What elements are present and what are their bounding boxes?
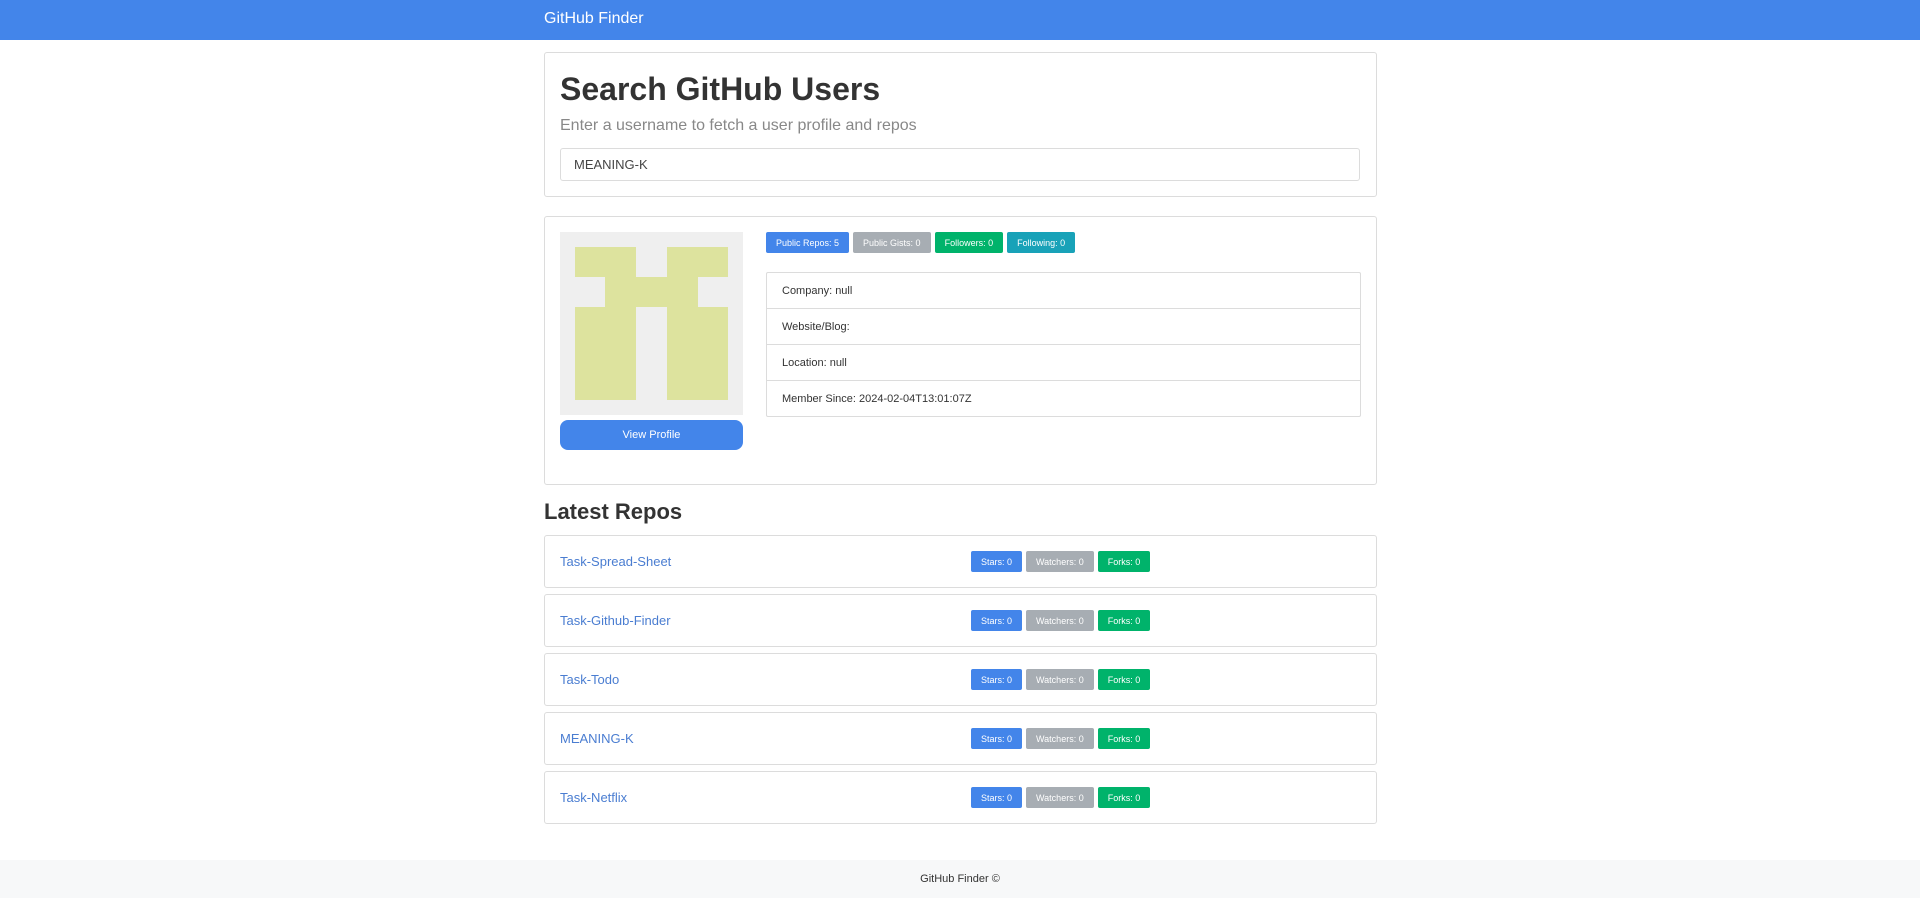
following-badge: Following: 0 — [1007, 232, 1076, 253]
forks-badge: Forks: 0 — [1097, 787, 1151, 808]
watchers-badge: Watchers: 0 — [1026, 728, 1094, 749]
repo-stats: Stars: 0 Watchers: 0 Forks: 0 — [971, 610, 1151, 631]
repo-stats: Stars: 0 Watchers: 0 Forks: 0 — [971, 669, 1151, 690]
view-profile-button[interactable]: View Profile — [560, 420, 743, 450]
page-title: Search GitHub Users — [560, 71, 881, 107]
forks-badge: Forks: 0 — [1097, 669, 1151, 690]
repo-link[interactable]: Task-Todo — [560, 672, 619, 687]
forks-badge: Forks: 0 — [1097, 551, 1151, 572]
watchers-badge: Watchers: 0 — [1026, 669, 1094, 690]
stars-badge: Stars: 0 — [971, 787, 1023, 808]
public-gists-badge: Public Gists: 0 — [853, 232, 931, 253]
profile-info-list: Company: null Website/Blog: Location: nu… — [766, 272, 1361, 417]
company-item: Company: null — [767, 273, 1360, 309]
repo-card: Task-Todo Stars: 0 Watchers: 0 Forks: 0 — [544, 653, 1377, 706]
watchers-badge: Watchers: 0 — [1026, 610, 1094, 631]
footer: GitHub Finder © — [0, 860, 1920, 898]
repo-card: Task-Github-Finder Stars: 0 Watchers: 0 … — [544, 594, 1377, 647]
repo-link[interactable]: Task-Netflix — [560, 790, 627, 805]
stars-badge: Stars: 0 — [971, 728, 1023, 749]
stars-badge: Stars: 0 — [971, 669, 1023, 690]
watchers-badge: Watchers: 0 — [1026, 787, 1094, 808]
repo-link[interactable]: Task-Github-Finder — [560, 613, 671, 628]
brand-title[interactable]: GitHub Finder — [544, 10, 644, 28]
search-input[interactable] — [560, 148, 1360, 181]
identicon-image — [560, 232, 743, 415]
latest-repos-heading: Latest Repos — [544, 499, 683, 524]
followers-badge: Followers: 0 — [934, 232, 1004, 253]
repo-stats: Stars: 0 Watchers: 0 Forks: 0 — [971, 551, 1151, 572]
member-since-item: Member Since: 2024-02-04T13:01:07Z — [782, 392, 972, 405]
avatar — [560, 232, 743, 415]
repo-stats: Stars: 0 Watchers: 0 Forks: 0 — [971, 787, 1151, 808]
location-item: Location: null — [767, 345, 1360, 381]
profile-stats: Public Repos: 5 Public Gists: 0 Follower… — [766, 232, 1076, 253]
footer-text: GitHub Finder © — [920, 873, 1000, 885]
repo-link[interactable]: MEANING-K — [560, 731, 634, 746]
repo-link[interactable]: Task-Spread-Sheet — [560, 554, 671, 569]
search-card: Search GitHub Users Enter a username to … — [544, 52, 1377, 197]
stars-badge: Stars: 0 — [971, 610, 1023, 631]
stars-badge: Stars: 0 — [971, 551, 1023, 572]
search-subtitle: Enter a username to fetch a user profile… — [560, 117, 917, 134]
forks-badge: Forks: 0 — [1097, 728, 1151, 749]
profile-card: View Profile Public Repos: 5 Public Gist… — [544, 216, 1377, 485]
watchers-badge: Watchers: 0 — [1026, 551, 1094, 572]
repo-card: Task-Spread-Sheet Stars: 0 Watchers: 0 F… — [544, 535, 1377, 588]
public-repos-badge: Public Repos: 5 — [766, 232, 850, 253]
forks-badge: Forks: 0 — [1097, 610, 1151, 631]
repo-card: Task-Netflix Stars: 0 Watchers: 0 Forks:… — [544, 771, 1377, 824]
navbar: GitHub Finder — [0, 0, 1920, 40]
repo-card: MEANING-K Stars: 0 Watchers: 0 Forks: 0 — [544, 712, 1377, 765]
website-item: Website/Blog: — [767, 309, 1360, 345]
repo-stats: Stars: 0 Watchers: 0 Forks: 0 — [971, 728, 1151, 749]
